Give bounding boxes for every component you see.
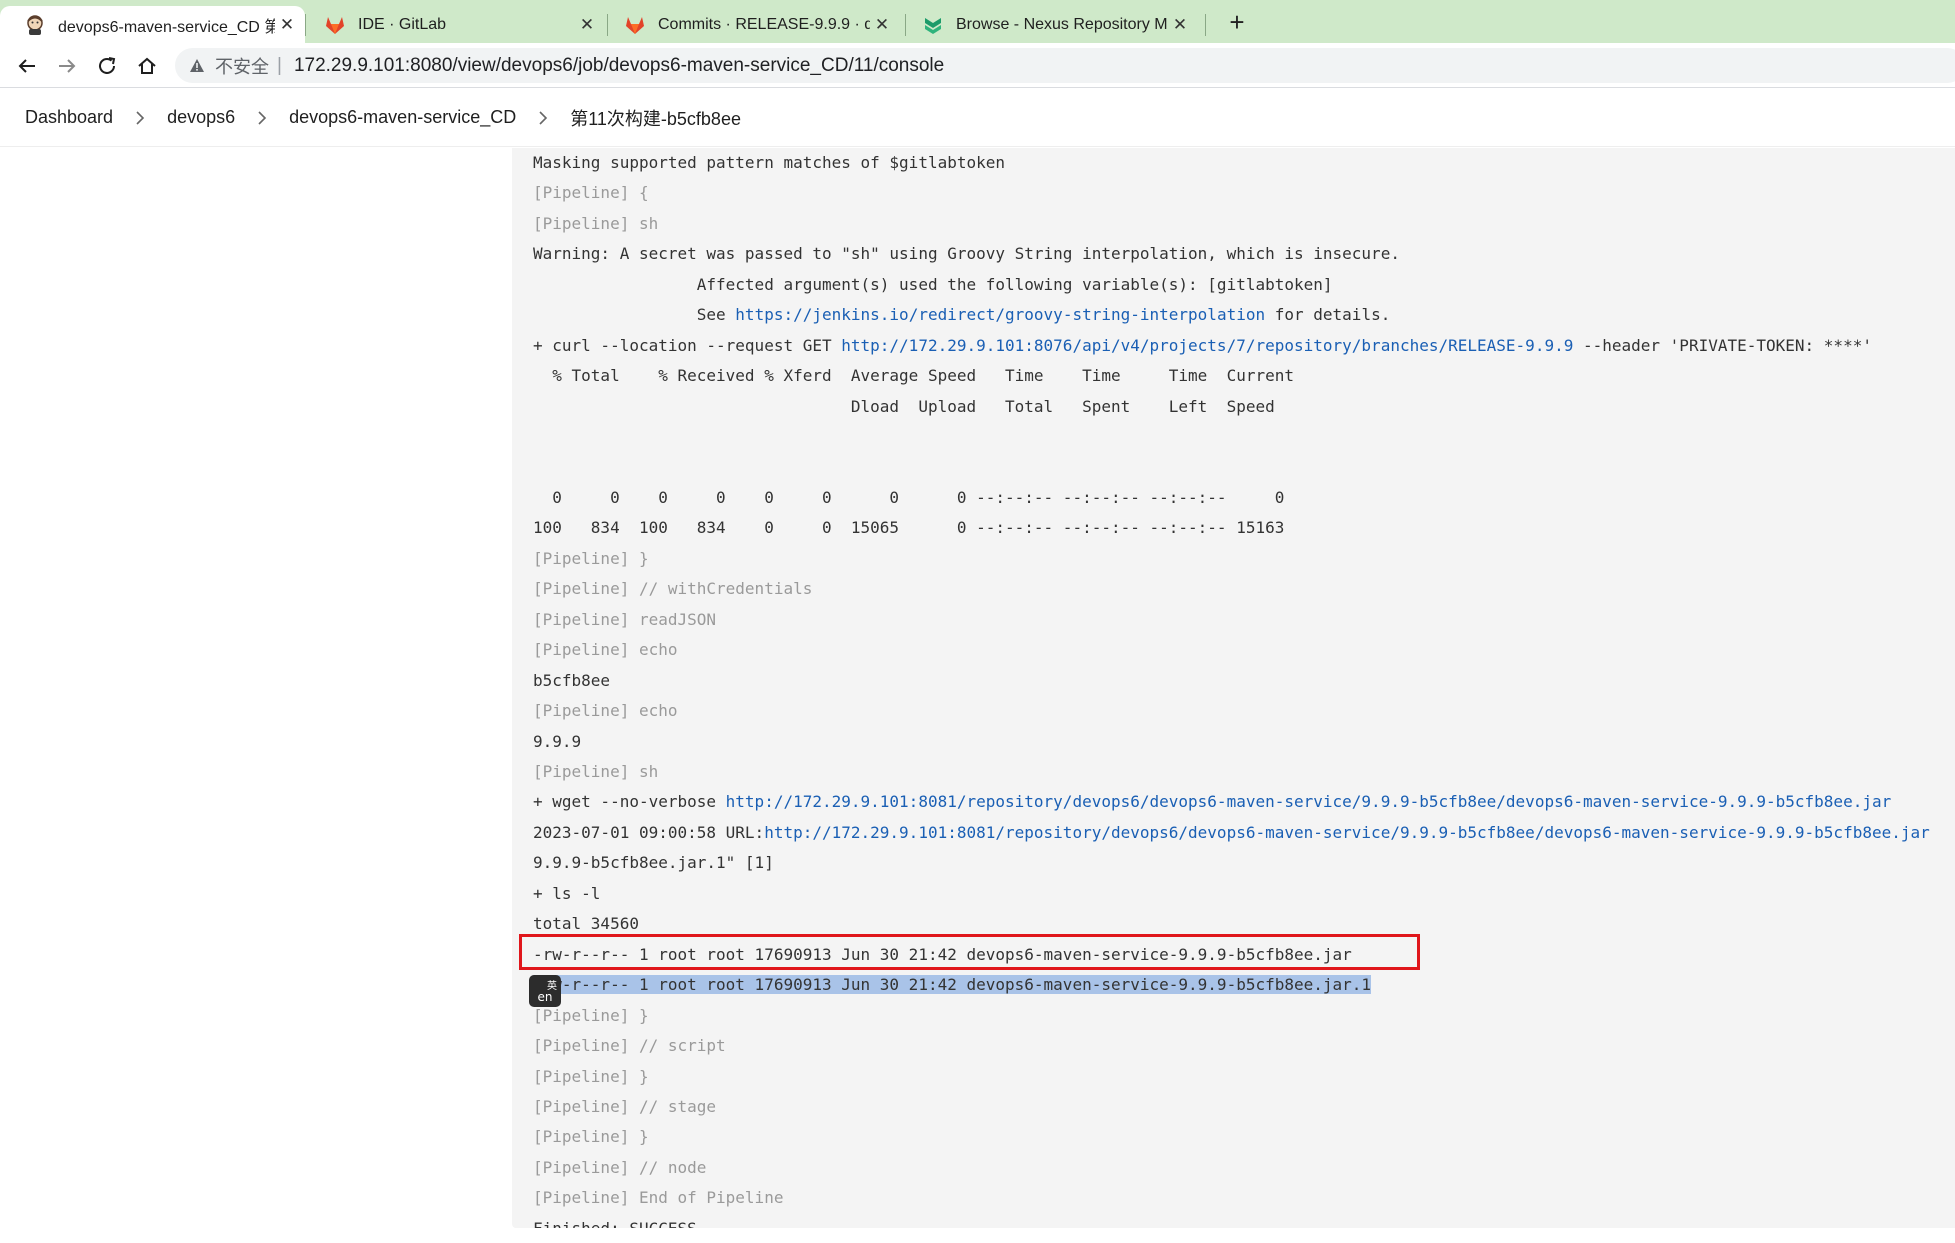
gitlab-icon [624,14,646,36]
reload-button[interactable] [91,50,123,82]
tab-jenkins-console[interactable]: devops6-maven-service_CD 第 ✕ [0,6,305,43]
pipeline-step-line: [Pipeline] } [533,1005,649,1025]
pipeline-step-line: [Pipeline] echo [533,640,678,660]
pipeline-step-line: [Pipeline] sh [533,762,659,781]
breadcrumb: Dashboard devops6 devops6-maven-service_… [0,89,1955,147]
console-line: b5cfb8ee [533,670,611,690]
console-output: Masking supported pattern matches of $gi… [512,148,1955,1228]
console-line-text: --header 'PRIVATE-TOKEN: ****' [1573,335,1872,355]
highlight-annotation [519,934,1420,970]
close-icon[interactable]: ✕ [1168,13,1192,37]
console-line: Finished: SUCCESS [533,1217,697,1228]
console-line-text: + wget --no-verbose [533,792,726,812]
console-line: Masking supported pattern matches of $gi… [533,153,1006,172]
pipeline-step-line: [Pipeline] // stage [533,1096,717,1116]
tab-separator [1205,14,1206,36]
nexus-icon [922,14,944,36]
console-line: 9.9.9-b5cfb8ee.jar.1" [1] [533,853,774,873]
pipeline-step-line: [Pipeline] readJSON [533,609,717,629]
pipeline-step-line: [Pipeline] End of Pipeline [533,1188,784,1208]
home-button[interactable] [131,50,163,82]
browser-toolbar: 不安全 | 172.29.9.101:8080/view/devops6/job… [0,43,1955,88]
back-button[interactable] [11,50,43,82]
selected-console-line: -rw-r--r-- 1 root root 17690913 Jun 30 2… [533,973,1372,997]
new-tab-button[interactable]: + [1222,8,1252,38]
console-line: + curl --location --request GET http://1… [533,334,1872,358]
tab-gitlab-commits[interactable]: Commits · RELEASE-9.9.9 · dev ✕ [600,6,900,43]
pipeline-step-line: [Pipeline] { [533,183,649,203]
pipeline-step-line: [Pipeline] sh [533,213,659,233]
console-line-text: 2023-07-01 09:00:58 URL: [533,822,765,842]
address-url[interactable]: 172.29.9.101:8080/view/devops6/job/devop… [294,55,944,77]
console-line: total 34560 [533,914,639,934]
arrow-right-icon [59,59,76,73]
console-line-text: for details. [1265,305,1391,325]
breadcrumb-job[interactable]: devops6-maven-service_CD [289,107,516,128]
breadcrumb-build[interactable]: 第11次构建-b5cfb8ee [570,105,741,131]
close-icon[interactable]: ✕ [575,13,599,37]
close-icon[interactable]: ✕ [870,13,894,37]
home-icon [138,57,156,74]
pipeline-step-line: [Pipeline] } [533,1066,649,1086]
address-separator: | [277,54,282,76]
console-line: See https://jenkins.io/redirect/groovy-s… [533,303,1391,327]
chevron-right-icon [538,110,548,125]
reload-icon [99,57,116,74]
tab-title: IDE · GitLab [358,15,447,33]
tab-nexus-browse[interactable]: Browse - Nexus Repository Ma ✕ [898,6,1198,43]
pipeline-step-line: [Pipeline] } [533,548,649,568]
sidebar [0,148,512,1243]
console-line-text: See [533,305,736,325]
pipeline-step-line: [Pipeline] // script [533,1036,726,1056]
pipeline-step-line: [Pipeline] } [533,1127,649,1147]
ime-indicator-icon[interactable]: 英 en [529,975,561,1007]
console-line: 100 834 100 834 0 0 15065 0 --:--:-- --:… [533,518,1285,538]
tab-title: devops6-maven-service_CD 第 [58,18,275,36]
tab-title: Browse - Nexus Repository Ma [956,15,1168,33]
ime-superscript: 英 [547,981,557,992]
tab-strip: devops6-maven-service_CD 第 ✕ IDE · GitLa… [0,0,1955,43]
console-line: 2023-07-01 09:00:58 URL:http://172.29.9.… [533,821,1930,845]
tab-title: Commits · RELEASE-9.9.9 · dev [658,15,870,33]
warning-icon[interactable] [189,58,205,74]
console-link[interactable]: https://jenkins.io/redirect/groovy-strin… [735,305,1265,324]
pipeline-step-line: [Pipeline] echo [533,701,678,721]
ime-label: en [537,990,553,1004]
tab-gitlab-ide[interactable]: IDE · GitLab ✕ [300,6,605,43]
security-label[interactable]: 不安全 [215,53,269,79]
console-link[interactable]: http://172.29.9.101:8081/repository/devo… [764,823,1930,842]
close-icon[interactable]: ✕ [275,13,299,37]
gitlab-icon [324,14,346,36]
console-line: % Total % Received % Xferd Average Speed… [533,366,1294,386]
arrow-left-icon [18,59,35,73]
pipeline-step-line: [Pipeline] // node [533,1157,707,1177]
chevron-right-icon [257,110,267,125]
console-line: 9.9.9 [533,731,582,751]
console-link[interactable]: http://172.29.9.101:8076/api/v4/projects… [841,336,1573,355]
forward-button[interactable] [51,50,83,82]
console-line: 0 0 0 0 0 0 0 0 --:--:-- --:--:-- --:--:… [533,487,1285,507]
console-line: Warning: A secret was passed to "sh" usi… [533,244,1400,264]
console-line: + ls -l [533,883,601,903]
console-line: Dload Upload Total Spent Left Speed [533,396,1275,416]
breadcrumb-dashboard[interactable]: Dashboard [25,107,113,128]
chevron-right-icon [135,110,145,125]
selected-text: -rw-r--r-- 1 root root 17690913 Jun 30 2… [533,975,1372,995]
breadcrumb-devops6[interactable]: devops6 [167,107,235,128]
console-link[interactable]: http://172.29.9.101:8081/repository/devo… [726,792,1892,811]
jenkins-icon [24,14,46,36]
address-bar[interactable]: 不安全 | 172.29.9.101:8080/view/devops6/job… [175,48,1955,83]
console-line-text: + curl --location --request GET [533,335,842,355]
console-line: Affected argument(s) used the following … [533,274,1333,294]
console-line: + wget --no-verbose http://172.29.9.101:… [533,790,1891,814]
pipeline-step-line: [Pipeline] // withCredentials [533,579,813,599]
